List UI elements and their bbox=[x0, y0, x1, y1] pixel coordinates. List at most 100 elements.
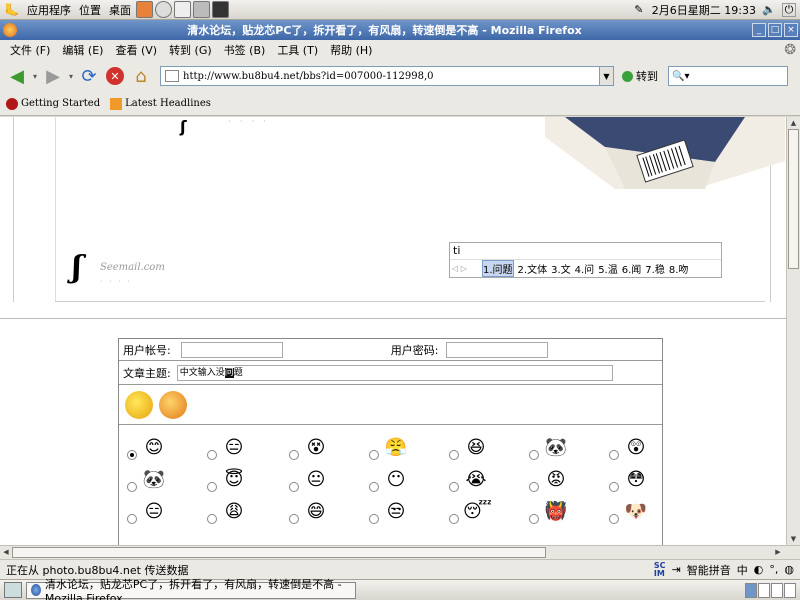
terminal-launcher-icon[interactable] bbox=[212, 1, 229, 18]
ime-candidate[interactable]: 8.吻 bbox=[669, 261, 689, 276]
bookmarks-toolbar: Getting Started Latest Headlines bbox=[0, 92, 800, 116]
emoticon-radio[interactable] bbox=[529, 450, 539, 460]
workspace-switcher[interactable] bbox=[744, 582, 796, 598]
editor-launcher-icon[interactable] bbox=[174, 1, 191, 18]
gnome-foot-icon[interactable]: 🦶 bbox=[4, 2, 20, 18]
emoticon-radio[interactable] bbox=[609, 514, 619, 524]
forward-dropdown-icon[interactable]: ▾ bbox=[66, 72, 76, 81]
emoticon-radio[interactable] bbox=[529, 482, 539, 492]
emoticon-radio[interactable] bbox=[609, 450, 619, 460]
scroll-left-icon[interactable]: ◀ bbox=[0, 546, 12, 558]
bookmark-getting-started[interactable]: Getting Started bbox=[6, 97, 100, 110]
scroll-up-icon[interactable]: ▲ bbox=[787, 117, 800, 129]
window-titlebar[interactable]: 清水论坛，贴龙芯PC了，拆开看了，有风扇，转速倒是不高 - Mozilla Fi… bbox=[0, 20, 800, 40]
ime-switch-icon[interactable]: ⇥ bbox=[672, 563, 681, 576]
account-label: 用户帐号: bbox=[123, 343, 171, 357]
mood-face-icon[interactable] bbox=[125, 390, 153, 419]
reload-icon[interactable]: ⟳ bbox=[76, 63, 102, 89]
emoticon-radio[interactable] bbox=[127, 482, 137, 492]
show-desktop-icon[interactable] bbox=[4, 582, 22, 598]
scroll-right-icon[interactable]: ▶ bbox=[772, 546, 784, 558]
scroll-down-icon[interactable]: ▼ bbox=[787, 533, 800, 545]
ime-menu-icon[interactable]: ◍ bbox=[784, 563, 794, 576]
url-history-dropdown[interactable]: ▼ bbox=[600, 66, 614, 86]
ime-name[interactable]: 智能拼音 bbox=[687, 562, 731, 578]
subject-input[interactable]: 中文输入没问题 bbox=[176, 364, 613, 381]
search-input[interactable]: 🔍▾ bbox=[668, 66, 788, 86]
emoticon-radio[interactable] bbox=[369, 482, 379, 492]
forward-icon[interactable]: ▶ bbox=[40, 63, 66, 89]
menu-go[interactable]: 转到 (G) bbox=[163, 42, 218, 58]
ime-candidate[interactable]: 6.闻 bbox=[622, 261, 642, 276]
ime-candidate[interactable]: 2.文体 bbox=[518, 261, 548, 276]
ime-candidate-popup[interactable]: ti ◁ ▷ 1.问题 2.文体 3.文 4.问 5.温 6.闻 7.稳 8.吻 bbox=[449, 242, 722, 278]
bookmark-latest-headlines[interactable]: Latest Headlines bbox=[110, 97, 211, 110]
ime-candidate[interactable]: 1.问题 bbox=[482, 260, 514, 277]
emoticon-radio[interactable] bbox=[449, 514, 459, 524]
mood-face-icon[interactable] bbox=[159, 390, 187, 419]
volume-icon[interactable]: 🔈 bbox=[762, 3, 776, 17]
menu-tools[interactable]: 工具 (T) bbox=[271, 42, 324, 58]
emoticon-radio[interactable] bbox=[127, 450, 137, 460]
ime-candidate[interactable]: 4.问 bbox=[575, 261, 595, 276]
horizontal-scrollbar[interactable]: ◀ ▶ bbox=[0, 545, 800, 559]
browser-launcher-icon[interactable] bbox=[155, 1, 172, 18]
menu-file[interactable]: 文件 (F) bbox=[4, 42, 56, 58]
emoticon-radio[interactable] bbox=[289, 450, 299, 460]
close-button[interactable]: × bbox=[784, 23, 798, 37]
menu-view[interactable]: 查看 (V) bbox=[109, 42, 163, 58]
files-launcher-icon[interactable] bbox=[193, 1, 210, 18]
notes-icon[interactable]: ✎ bbox=[632, 3, 646, 17]
maximize-button[interactable]: □ bbox=[768, 23, 782, 37]
punctuation-icon[interactable]: °, bbox=[769, 563, 778, 576]
account-input[interactable] bbox=[180, 341, 283, 358]
ime-candidate[interactable]: 3.文 bbox=[551, 261, 571, 276]
go-button[interactable]: 转到 bbox=[622, 68, 658, 84]
vertical-scrollbar[interactable]: ▲ ▼ bbox=[786, 117, 800, 545]
emoticon-radio[interactable] bbox=[207, 450, 217, 460]
launcher-icon[interactable] bbox=[136, 1, 153, 18]
stop-icon[interactable]: ✕ bbox=[102, 63, 128, 89]
emoticon-radio[interactable] bbox=[449, 450, 459, 460]
ime-pager-icon[interactable]: ◁ ▷ bbox=[452, 264, 478, 273]
ime-candidate[interactable]: 7.稳 bbox=[645, 261, 665, 276]
workspace-1[interactable] bbox=[745, 582, 757, 598]
ime-mode[interactable]: 中 bbox=[737, 562, 748, 578]
password-input[interactable] bbox=[446, 341, 549, 358]
workspace-2[interactable] bbox=[758, 582, 770, 598]
workspace-4[interactable] bbox=[784, 582, 796, 598]
taskbar-item-firefox[interactable]: 清水论坛，贴龙芯PC了，拆开看了，有风扇，转速倒是不高 - Mozilla Fi… bbox=[26, 578, 356, 600]
emoticon-icon: 😊 bbox=[144, 437, 164, 458]
url-text[interactable]: http://www.bu8bu4.net/bbs?id=007000-1129… bbox=[183, 71, 434, 82]
menu-bookmarks[interactable]: 书签 (B) bbox=[218, 42, 272, 58]
clock[interactable]: 2月6日星期二 19:33 bbox=[652, 2, 756, 18]
emoticon-radio[interactable] bbox=[449, 482, 459, 492]
horizontal-scroll-thumb[interactable] bbox=[12, 547, 546, 558]
emoticon-radio[interactable] bbox=[609, 482, 619, 492]
workspace-3[interactable] bbox=[771, 582, 783, 598]
half-width-icon[interactable]: ◐ bbox=[754, 563, 764, 576]
firefox-icon[interactable] bbox=[3, 23, 17, 37]
emoticon-radio[interactable] bbox=[289, 514, 299, 524]
back-dropdown-icon[interactable]: ▾ bbox=[30, 72, 40, 81]
home-icon[interactable]: ⌂ bbox=[128, 63, 154, 89]
emoticon-radio[interactable] bbox=[529, 514, 539, 524]
url-bar[interactable]: http://www.bu8bu4.net/bbs?id=007000-1129… bbox=[160, 66, 600, 86]
back-icon[interactable]: ◀ bbox=[4, 63, 30, 89]
emoticon-radio[interactable] bbox=[289, 482, 299, 492]
emoticon-radio[interactable] bbox=[127, 514, 137, 524]
applications-menu[interactable]: 应用程序 bbox=[23, 2, 75, 18]
emoticon-radio[interactable] bbox=[369, 514, 379, 524]
ime-candidate[interactable]: 5.温 bbox=[598, 261, 618, 276]
scim-icon[interactable]: SC IM bbox=[654, 561, 666, 578]
menu-edit[interactable]: 编辑 (E) bbox=[56, 42, 109, 58]
vertical-scroll-thumb[interactable] bbox=[788, 129, 799, 269]
minimize-button[interactable]: _ bbox=[752, 23, 766, 37]
emoticon-radio[interactable] bbox=[207, 514, 217, 524]
emoticon-radio[interactable] bbox=[207, 482, 217, 492]
emoticon-radio[interactable] bbox=[369, 450, 379, 460]
menu-help[interactable]: 帮助 (H) bbox=[324, 42, 378, 58]
desktop-menu[interactable]: 桌面 bbox=[105, 2, 135, 18]
logout-icon[interactable]: ⏻ bbox=[782, 2, 796, 17]
places-menu[interactable]: 位置 bbox=[75, 2, 105, 18]
